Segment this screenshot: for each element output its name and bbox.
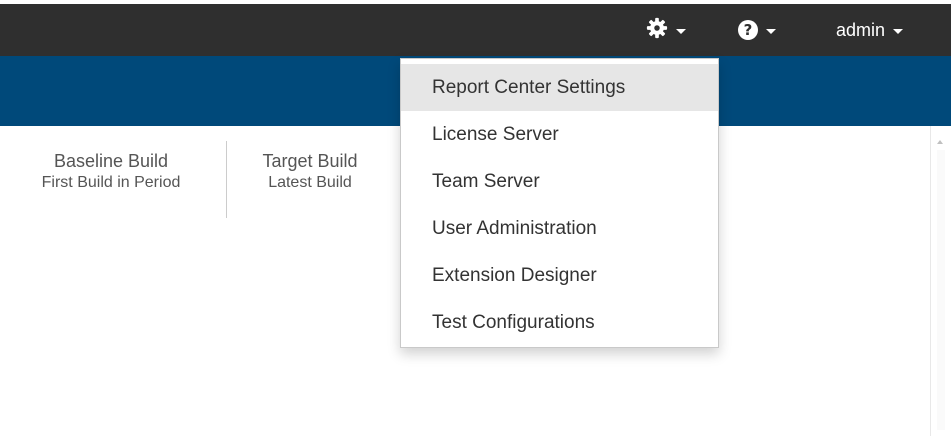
user-dropdown-toggle[interactable]: admin [836, 4, 936, 56]
target-build-selector[interactable]: Target Build Latest Build [240, 150, 380, 194]
chevron-down-icon [676, 28, 686, 34]
vertical-scrollbar[interactable] [930, 126, 951, 436]
menu-item-extension-designer[interactable]: Extension Designer [401, 252, 718, 299]
top-navbar: ? admin [0, 4, 951, 56]
menu-item-team-server[interactable]: Team Server [401, 158, 718, 205]
menu-item-test-configurations[interactable]: Test Configurations [401, 299, 718, 346]
chevron-down-icon [893, 28, 904, 34]
gear-icon [646, 17, 668, 44]
chevron-down-icon [766, 28, 776, 34]
settings-dropdown-menu: Report Center Settings License Server Te… [400, 58, 719, 348]
menu-item-report-center-settings[interactable]: Report Center Settings [401, 64, 718, 111]
help-icon: ? [738, 20, 758, 40]
target-build-title: Target Build [262, 151, 358, 171]
build-divider [226, 141, 227, 218]
baseline-build-value: First Build in Period [41, 174, 181, 191]
help-dropdown-toggle[interactable]: ? [738, 4, 796, 56]
menu-item-user-administration[interactable]: User Administration [401, 205, 718, 252]
scrollbar-thumb[interactable] [937, 150, 945, 430]
settings-dropdown-toggle[interactable] [646, 4, 702, 56]
baseline-build-title: Baseline Build [53, 151, 169, 171]
target-build-value: Latest Build [268, 174, 352, 191]
username-label: admin [836, 19, 886, 40]
scroll-up-icon[interactable] [937, 140, 943, 144]
baseline-build-selector[interactable]: Baseline Build First Build in Period [10, 150, 212, 194]
menu-item-license-server[interactable]: License Server [401, 111, 718, 158]
